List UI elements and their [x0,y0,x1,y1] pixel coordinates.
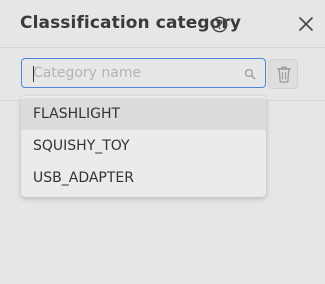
delete-button[interactable] [268,59,298,89]
trash-icon [277,66,291,83]
dropdown-option-usb-adapter[interactable]: USB_ADAPTER [21,162,266,194]
dropdown-option-flashlight[interactable]: FLASHLIGHT [21,98,266,130]
text-caret [33,66,34,82]
dropdown-option-squishy-toy[interactable]: SQUISHY_TOY [21,130,266,162]
category-name-input[interactable] [33,59,233,87]
classification-dialog: Classification category FLASHLIGHT SQUIS… [0,0,325,284]
dialog-title: Classification category [20,13,242,33]
header-divider [0,47,325,48]
category-dropdown-list: FLASHLIGHT SQUISHY_TOY USB_ADAPTER [21,96,266,197]
search-field[interactable] [21,58,266,88]
close-icon[interactable] [296,14,316,34]
help-icon[interactable] [211,16,228,33]
search-icon [244,68,256,80]
